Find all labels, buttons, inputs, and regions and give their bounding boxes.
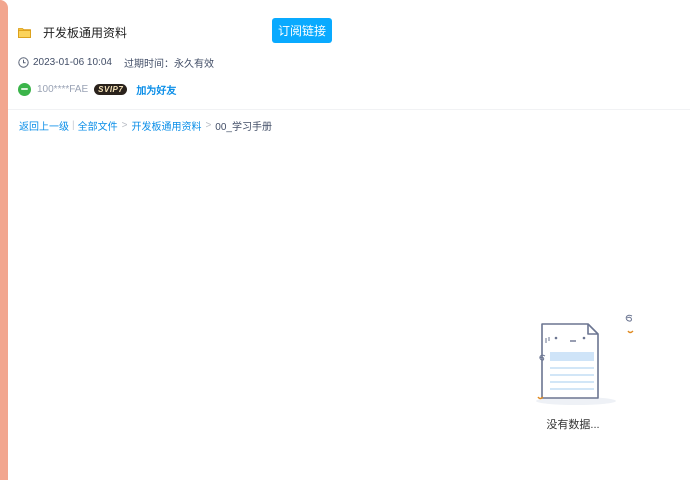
empty-document-icon	[518, 308, 638, 410]
add-friend-link[interactable]: 加为好友	[136, 82, 176, 97]
owner-name[interactable]: 100****FAE	[37, 84, 88, 95]
breadcrumb-arrow: >	[205, 119, 212, 131]
share-meta-row: 2023-01-06 10:04 过期时间： 永久有效	[18, 55, 214, 70]
share-title: 开发板通用资料	[43, 25, 128, 40]
folder-icon	[18, 27, 31, 38]
breadcrumb-folder[interactable]: 开发板通用资料	[131, 118, 201, 133]
breadcrumb-all-files[interactable]: 全部文件	[78, 118, 118, 133]
vip-badge: SVIP7	[94, 83, 128, 95]
breadcrumb-back-link[interactable]: 返回上一级	[19, 118, 69, 133]
breadcrumb-arrow: >	[121, 119, 128, 131]
share-page: 开发板通用资料 订阅链接 2023-01-06 10:04 过期时间： 永久有效…	[0, 0, 690, 480]
expire-value: 永久有效	[173, 58, 214, 70]
left-accent-bar	[0, 0, 8, 480]
breadcrumb-separator: |	[72, 119, 75, 131]
breadcrumb: 返回上一级 | 全部文件 > 开发板通用资料 > 00_学习手册	[19, 118, 272, 133]
clock-icon	[18, 56, 29, 68]
subscribe-link-button[interactable]: 订阅链接	[272, 18, 332, 43]
share-title-row: 开发板通用资料	[18, 18, 127, 46]
empty-state-text: 没有数据...	[546, 419, 600, 431]
divider	[8, 109, 690, 110]
breadcrumb-current: 00_学习手册	[215, 121, 272, 133]
created-time: 2023-01-06 10:04	[33, 56, 112, 68]
avatar[interactable]	[18, 82, 31, 96]
owner-row: 100****FAE SVIP7 加为好友	[18, 82, 176, 97]
expire-label: 过期时间：	[123, 58, 174, 70]
content-area: 开发板通用资料 订阅链接 2023-01-06 10:04 过期时间： 永久有效…	[8, 0, 690, 480]
